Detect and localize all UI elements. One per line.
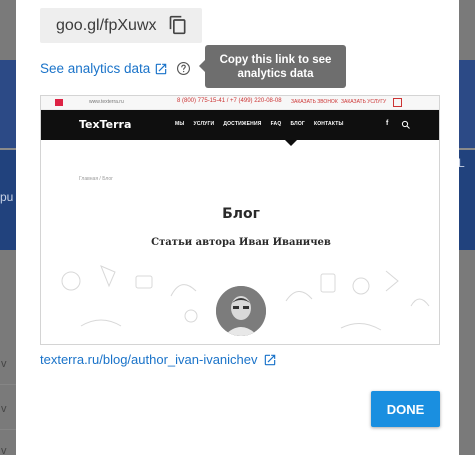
preview-small-logo <box>55 99 63 106</box>
help-circle-icon[interactable] <box>176 61 191 76</box>
see-analytics-link[interactable]: See analytics data <box>40 61 150 76</box>
preview-callback-link: ЗАКАЗАТЬ ЗВОНОК <box>291 99 338 105</box>
short-url-text[interactable]: goo.gl/fpXuwx <box>56 17 157 35</box>
preview-menu-item: БЛОГ <box>290 121 305 127</box>
background-right-text: L <box>458 156 465 170</box>
short-url-field: goo.gl/fpXuwx <box>40 8 202 43</box>
preview-menu-item: FAQ <box>270 121 282 127</box>
tooltip-arrow <box>199 59 206 73</box>
analytics-row: See analytics data <box>40 61 191 76</box>
preview-menu: МЫ УСЛУГИ ДОСТИЖЕНИЯ FAQ БЛОГ КОНТАКТЫ <box>175 121 344 127</box>
preview-search-icon <box>401 120 410 129</box>
open-in-new-icon[interactable] <box>263 353 277 367</box>
preview-social-icon: f <box>386 120 389 127</box>
author-photo-icon <box>216 286 266 336</box>
preview-page-title: Блог <box>222 206 260 222</box>
full-url-link[interactable]: texterra.ru/blog/author_ivan-ivanichev <box>40 352 258 367</box>
tooltip-text: Copy this link to see analytics data <box>219 54 332 80</box>
preview-page-subtitle: Статьи автора Иван Иваничев <box>151 237 331 248</box>
preview-menu-item: УСЛУГИ <box>193 121 215 127</box>
preview-menu-item: МЫ <box>175 121 185 127</box>
copy-link-tooltip: Copy this link to see analytics data <box>199 45 346 88</box>
background-left-text: pu <box>0 190 14 204</box>
preview-nav-indicator <box>285 140 297 146</box>
share-link-dialog: goo.gl/fpXuwx See analytics data Copy th… <box>16 0 459 455</box>
preview-brand: TexTerra <box>79 118 132 131</box>
preview-author-avatar <box>216 286 266 336</box>
preview-gift-icon <box>393 98 402 107</box>
background-table-row: v <box>0 390 16 430</box>
copy-icon[interactable] <box>168 14 188 36</box>
preview-navbar: TexTerra МЫ УСЛУГИ ДОСТИЖЕНИЯ FAQ БЛОГ К… <box>41 110 439 140</box>
background-table-row: v <box>0 345 16 385</box>
full-url-row: texterra.ru/blog/author_ivan-ivanichev <box>40 352 277 367</box>
background-table-row: v <box>0 432 16 455</box>
page-preview-image: www.texterra.ru 8 (800) 775-15-41 / +7 (… <box>40 95 440 345</box>
done-button[interactable]: DONE <box>371 391 440 427</box>
preview-menu-item: ДОСТИЖЕНИЯ <box>223 121 262 127</box>
preview-site-name: www.texterra.ru <box>89 99 124 105</box>
preview-order-link: ЗАКАЗАТЬ УСЛУГУ <box>341 99 387 105</box>
open-in-new-icon[interactable] <box>154 62 168 76</box>
preview-menu-item: КОНТАКТЫ <box>313 121 344 127</box>
preview-topbar: www.texterra.ru 8 (800) 775-15-41 / +7 (… <box>41 96 439 110</box>
preview-phone: 8 (800) 775-15-41 / +7 (499) 220-08-08 <box>177 98 282 104</box>
preview-breadcrumb: Главная / Блог <box>79 176 114 182</box>
